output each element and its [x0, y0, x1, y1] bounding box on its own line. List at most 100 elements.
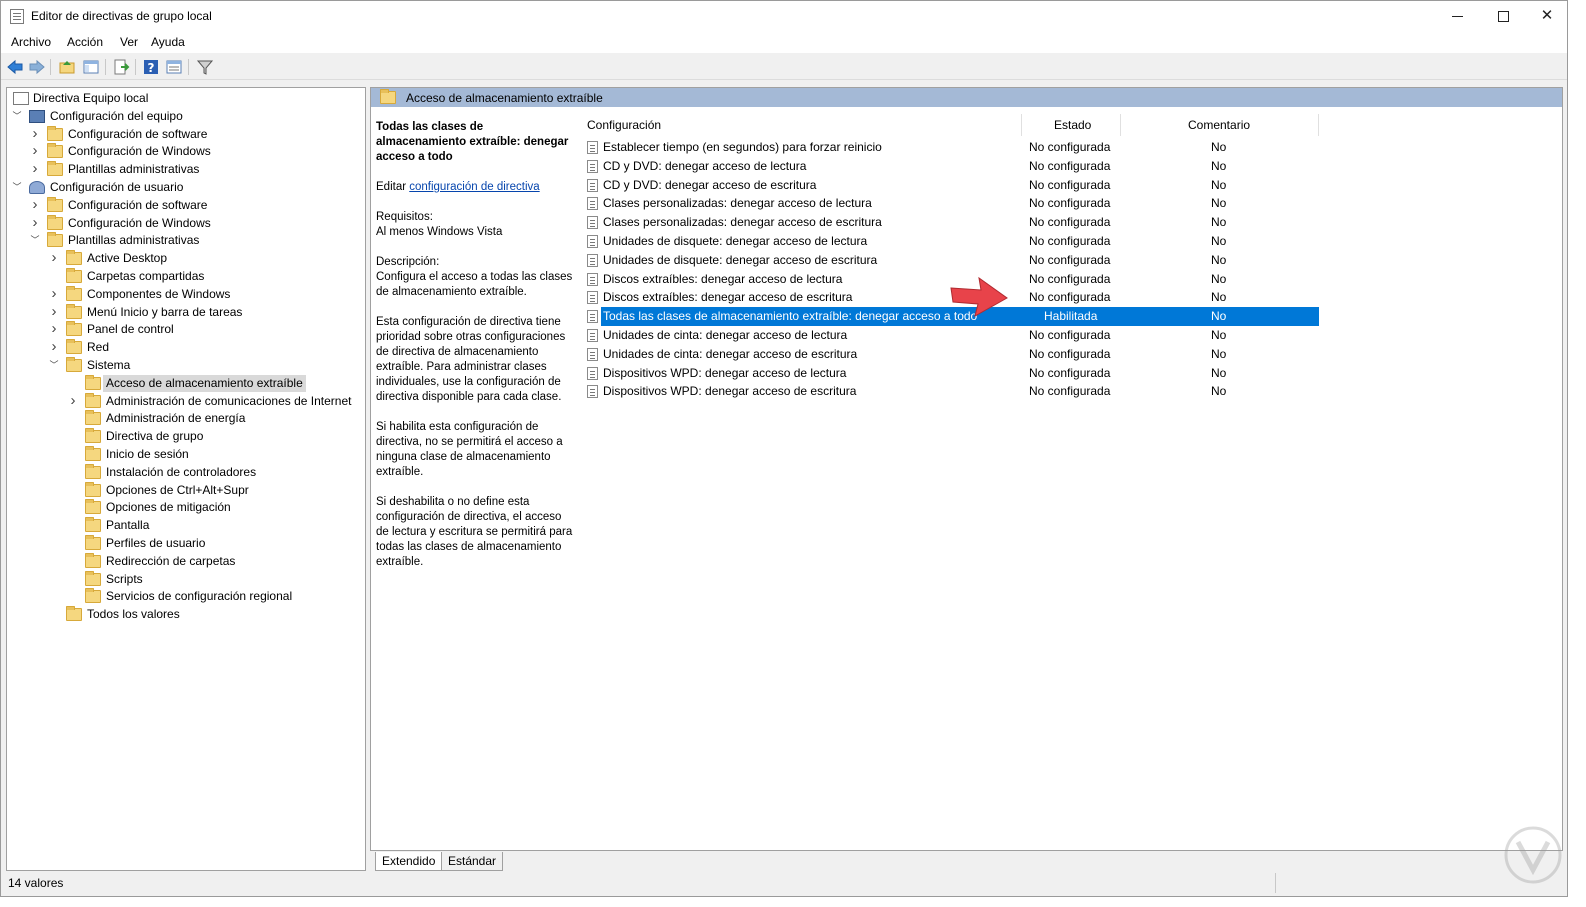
policy-setting-icon: [587, 272, 598, 286]
minimize-icon: [1451, 15, 1463, 17]
menu-ver[interactable]: Ver: [120, 35, 138, 49]
policy-name: Dispositivos WPD: denegar acceso de lect…: [603, 365, 847, 380]
tree-item-label: Active Desktop: [87, 251, 168, 266]
filter-icon[interactable]: [196, 58, 214, 76]
policy-row[interactable]: Establecer tiempo (en segundos) para for…: [585, 138, 1319, 157]
chevron-right-icon[interactable]: ›: [48, 304, 60, 321]
policy-row[interactable]: Dispositivos WPD: denegar acceso de lect…: [585, 364, 1319, 383]
description-para-3: Si deshabilita o no define esta configur…: [376, 496, 573, 568]
folder-icon: [47, 232, 63, 248]
folder-icon: [85, 446, 101, 461]
menu-ayuda[interactable]: Ayuda: [151, 35, 185, 49]
chevron-right-icon[interactable]: ›: [29, 161, 41, 178]
policy-state: Habilitada: [1044, 309, 1098, 324]
chevron-right-icon[interactable]: ›: [48, 339, 60, 356]
policy-name: Discos extraíbles: denegar acceso de esc…: [603, 290, 853, 305]
policy-row[interactable]: CD y DVD: denegar acceso de lectura No co…: [585, 157, 1319, 176]
menu-archivo[interactable]: Archivo: [11, 35, 51, 49]
policy-name: Clases personalizadas: denegar acceso de…: [603, 215, 882, 230]
toolbar-separator: [105, 59, 106, 75]
policy-comment: No: [1211, 346, 1227, 361]
forward-icon[interactable]: [28, 58, 46, 76]
policy-name: Unidades de disquete: denegar acceso de …: [603, 234, 868, 248]
policy-setting-icon: [587, 329, 598, 342]
column-header-estado[interactable]: Estado: [1054, 118, 1091, 132]
policy-setting-icon: [587, 216, 598, 230]
menu-accion[interactable]: Acción: [67, 35, 103, 49]
policy-comment: No: [1211, 252, 1227, 267]
column-header-comentario[interactable]: Comentario: [1188, 118, 1250, 132]
policy-setting-icon: [587, 310, 598, 324]
policy-row[interactable]: Unidades de disquete: denegar acceso de …: [585, 251, 1319, 270]
chevron-down-icon[interactable]: ﹀: [48, 357, 60, 374]
maximize-button[interactable]: [1480, 1, 1526, 31]
tree-item-label: Perfiles de usuario: [106, 536, 206, 550]
window-title: Editor de directivas de grupo local: [31, 9, 212, 23]
tree-item-label: Acceso de almacenamiento extraíble: [103, 374, 306, 392]
column-divider[interactable]: [1318, 114, 1319, 136]
chevron-right-icon[interactable]: ›: [48, 286, 60, 303]
folder-icon: [66, 250, 82, 266]
close-button[interactable]: ✕: [1524, 1, 1570, 31]
policy-description: Todas las clases de almacenamiento extra…: [376, 120, 576, 585]
policy-state: No configurada: [1029, 271, 1111, 286]
details-header-title: Acceso de almacenamiento extraíble: [406, 91, 603, 105]
tree-item-label: Inicio de sesión: [106, 447, 189, 461]
edit-policy-link[interactable]: configuración de directiva: [409, 181, 539, 193]
toolbar-separator: [135, 59, 136, 75]
policy-name: CD y DVD: denegar acceso de lectura: [603, 158, 807, 173]
show-hide-tree-icon[interactable]: [82, 58, 100, 76]
tree-item-label: Plantillas administrativas: [68, 162, 200, 177]
tree-item-label: Scripts: [106, 571, 143, 586]
chevron-right-icon[interactable]: ›: [29, 197, 41, 214]
policy-comment: No: [1211, 328, 1227, 342]
up-folder-icon[interactable]: [58, 58, 76, 76]
extended-view-icon[interactable]: [165, 58, 183, 76]
chevron-down-icon[interactable]: ﹀: [29, 232, 41, 249]
policy-state: No configurada: [1029, 215, 1111, 230]
tab-extendido[interactable]: Extendido: [375, 852, 443, 871]
back-icon[interactable]: [6, 58, 24, 76]
policy-row[interactable]: Unidades de cinta: denegar acceso de lec…: [585, 326, 1319, 345]
policy-row[interactable]: CD y DVD: denegar acceso de escritura No …: [585, 176, 1319, 195]
policy-row[interactable]: Clases personalizadas: denegar acceso de…: [585, 213, 1319, 232]
column-divider[interactable]: [1021, 114, 1022, 136]
description-text: Descripción: Configura el acceso a todas…: [376, 256, 573, 298]
chevron-right-icon[interactable]: ›: [29, 215, 41, 232]
tree-item-label: Todos los valores: [87, 607, 180, 622]
edit-prefix: Editar: [376, 181, 407, 193]
column-header-configuracion[interactable]: Configuración: [587, 118, 661, 132]
policy-setting-icon: [587, 291, 598, 305]
chevron-right-icon[interactable]: ›: [48, 321, 60, 338]
minimize-button[interactable]: [1434, 1, 1480, 31]
chevron-right-icon[interactable]: ›: [48, 250, 60, 267]
folder-icon: [47, 125, 63, 141]
tree-item-label: Redirección de carpetas: [106, 553, 236, 568]
policy-setting-icon: [587, 347, 598, 361]
chevron-right-icon[interactable]: ›: [29, 143, 41, 160]
policy-row[interactable]: Clases personalizadas: denegar acceso de…: [585, 194, 1319, 213]
chevron-down-icon[interactable]: ﹀: [11, 108, 23, 125]
policy-state: No configurada: [1029, 290, 1111, 305]
policy-row[interactable]: Unidades de cinta: denegar acceso de esc…: [585, 345, 1319, 364]
policy-setting-icon: [587, 385, 598, 399]
folder-icon: [85, 428, 101, 444]
folder-icon: [85, 535, 101, 550]
tab-estandar[interactable]: Estándar: [441, 852, 504, 871]
chevron-down-icon[interactable]: ﹀: [11, 179, 23, 196]
chevron-right-icon[interactable]: ›: [67, 393, 79, 410]
computer-icon: [29, 109, 45, 123]
policy-row[interactable]: Dispositivos WPD: denegar acceso de escr…: [585, 382, 1319, 401]
help-icon[interactable]: ?: [142, 58, 160, 76]
chevron-right-icon[interactable]: ›: [29, 126, 41, 143]
policy-name: CD y DVD: denegar acceso de escritura: [603, 177, 817, 192]
column-divider[interactable]: [1120, 114, 1121, 136]
requirements-text: Requisitos: Al menos Windows Vista: [376, 211, 503, 238]
policy-comment: No: [1211, 309, 1227, 324]
export-list-icon[interactable]: [112, 58, 130, 76]
folder-icon: [85, 463, 101, 479]
policy-row[interactable]: Unidades de disquete: denegar acceso de …: [585, 232, 1319, 251]
